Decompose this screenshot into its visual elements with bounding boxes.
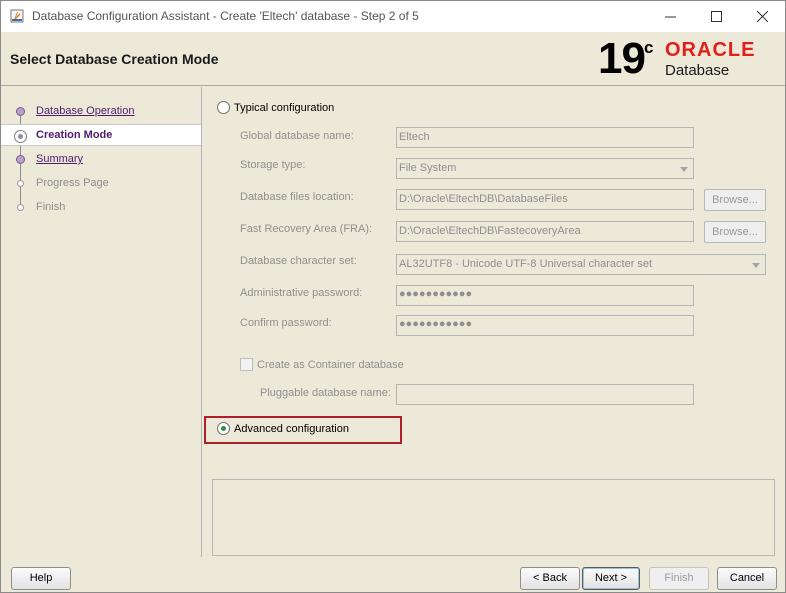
oracle-logo: ORACLE (665, 39, 756, 61)
step-summary[interactable]: Summary (1, 149, 201, 171)
dropdown-arrow-icon (752, 263, 760, 268)
step-done-icon (16, 107, 25, 116)
global-db-name-label: Global database name: (240, 130, 354, 142)
title-bar: Database Configuration Assistant - Creat… (1, 1, 785, 32)
window-title: Database Configuration Assistant - Creat… (32, 9, 419, 23)
advanced-config-label[interactable]: Advanced configuration (234, 423, 349, 435)
container-db-checkbox[interactable] (240, 358, 253, 371)
finish-button: Finish (649, 567, 709, 590)
admin-password-label: Administrative password: (240, 287, 363, 299)
close-icon (756, 11, 768, 22)
step-label: Progress Page (36, 177, 109, 189)
page-header: Select Database Creation Mode 19 c ORACL… (1, 32, 785, 86)
pdb-name-input[interactable] (396, 384, 694, 405)
app-icon (10, 9, 24, 23)
logo-superscript: c (644, 38, 654, 57)
charset-value: AL32UTF8 - Unicode UTF-8 Universal chara… (399, 258, 653, 270)
logo-version: 19 (598, 34, 646, 83)
storage-type-label: Storage type: (240, 159, 306, 171)
typical-config-radio[interactable] (217, 101, 230, 114)
container-db-label[interactable]: Create as Container database (257, 359, 404, 371)
step-label: Summary (36, 153, 84, 165)
step-label: Database Operation (36, 105, 135, 117)
page-title: Select Database Creation Mode (10, 51, 219, 67)
dbca-window: Database Configuration Assistant - Creat… (0, 0, 786, 593)
confirm-password-input[interactable]: ●●●●●●●●●●● (396, 315, 694, 336)
fra-browse-button[interactable]: Browse... (704, 221, 766, 243)
maximize-button[interactable] (693, 1, 739, 32)
logo-product: Database (665, 62, 730, 79)
step-database-operation[interactable]: Database Operation (1, 101, 201, 123)
db-files-location-input[interactable]: D:\Oracle\EltechDB\DatabaseFiles (396, 189, 694, 210)
step-label: Creation Mode (36, 129, 113, 141)
storage-type-value: File System (399, 162, 457, 174)
description-panel (212, 479, 775, 556)
fra-label: Fast Recovery Area (FRA): (240, 223, 373, 235)
step-current-icon (14, 130, 27, 143)
cancel-button[interactable]: Cancel (717, 567, 777, 590)
step-pending-icon (17, 180, 24, 187)
step-creation-mode[interactable]: Creation Mode (1, 124, 201, 146)
back-button[interactable]: < Back (520, 567, 580, 590)
step-progress-page: Progress Page (1, 173, 201, 195)
charset-select[interactable]: AL32UTF8 - Unicode UTF-8 Universal chara… (396, 254, 766, 275)
global-db-name-input[interactable]: Eltech (396, 127, 694, 148)
db-files-location-label: Database files location: (240, 191, 354, 203)
step-finish: Finish (1, 197, 201, 219)
minimize-button[interactable] (647, 1, 693, 32)
next-button[interactable]: Next > (582, 567, 640, 590)
fra-input[interactable]: D:\Oracle\EltechDB\FastecoveryArea (396, 221, 694, 242)
step-pending-icon (17, 204, 24, 211)
minimize-icon (664, 16, 676, 18)
maximize-icon (710, 11, 722, 22)
confirm-password-label: Confirm password: (240, 317, 332, 329)
db-files-browse-button[interactable]: Browse... (704, 189, 766, 211)
step-done-icon (16, 155, 25, 164)
dropdown-arrow-icon (680, 167, 688, 172)
step-label: Finish (36, 201, 66, 213)
close-button[interactable] (739, 1, 785, 32)
advanced-config-radio[interactable] (217, 422, 230, 435)
pdb-name-label: Pluggable database name: (260, 387, 391, 399)
charset-label: Database character set: (240, 255, 357, 267)
typical-config-label[interactable]: Typical configuration (234, 102, 334, 114)
storage-type-select[interactable]: File System (396, 158, 694, 179)
admin-password-input[interactable]: ●●●●●●●●●●● (396, 285, 694, 306)
help-button[interactable]: Help (11, 567, 71, 590)
footer-bar: Help < Back Next > Finish Cancel (1, 557, 785, 592)
